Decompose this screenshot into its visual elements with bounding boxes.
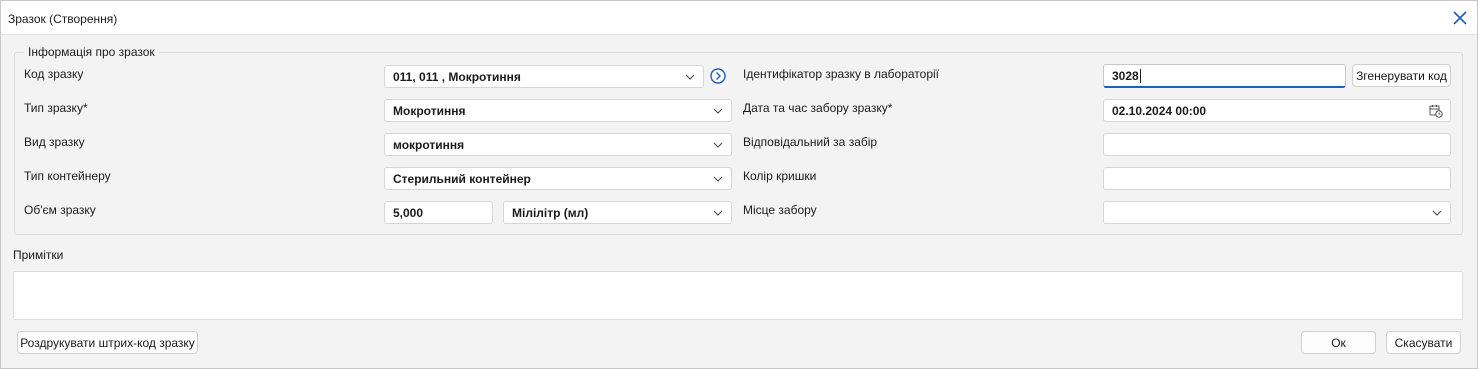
chevron-down-icon <box>685 74 695 80</box>
sample-code-select[interactable]: 011, 011 , Мокротиння <box>384 65 704 88</box>
generate-code-button[interactable]: Згенерувати код <box>1352 64 1451 87</box>
print-barcode-button[interactable]: Роздрукувати штрих-код зразку <box>17 331 198 354</box>
cap-color-input[interactable] <box>1103 167 1451 190</box>
chevron-down-icon <box>713 210 723 216</box>
container-type-label: Тип контейнеру <box>24 169 111 183</box>
chevron-down-icon <box>713 142 723 148</box>
sample-code-label: Код зразку <box>24 67 84 81</box>
sample-kind-value: мокротиння <box>393 137 465 152</box>
cancel-button[interactable]: Скасувати <box>1386 331 1461 354</box>
navigate-icon[interactable] <box>709 67 727 85</box>
dialog-window: Зразок (Створення) Інформація про зразок… <box>0 0 1478 369</box>
sample-volume-label: Об'єм зразку <box>24 203 96 217</box>
ok-button[interactable]: Ок <box>1301 331 1376 354</box>
responsible-input[interactable] <box>1103 133 1451 156</box>
window-title: Зразок (Створення) <box>8 12 118 26</box>
calendar-clock-icon[interactable] <box>1429 104 1443 118</box>
collection-datetime-input[interactable]: 02.10.2024 00:00 <box>1103 99 1451 122</box>
collection-datetime-value: 02.10.2024 00:00 <box>1112 103 1207 118</box>
chevron-down-icon <box>1432 210 1442 216</box>
sample-type-select[interactable]: Мокротиння <box>384 99 732 122</box>
chevron-down-icon <box>713 108 723 114</box>
volume-unit-value: Мілілітр (мл) <box>512 205 589 220</box>
sample-volume-input[interactable]: 5,000 <box>384 201 493 224</box>
text-caret <box>1139 68 1141 83</box>
sample-code-value: 011, 011 , Мокротиння <box>393 69 521 84</box>
lab-id-value: 3028 <box>1112 68 1139 83</box>
chevron-down-icon <box>713 176 723 182</box>
volume-unit-select[interactable]: Мілілітр (мл) <box>503 201 732 224</box>
container-type-value: Стерильний контейнер <box>393 171 531 186</box>
title-bar: Зразок (Створення) <box>1 1 1477 35</box>
cap-color-label: Колір кришки <box>743 169 817 183</box>
collection-place-select[interactable] <box>1103 201 1451 224</box>
close-icon <box>1453 11 1467 25</box>
group-legend: Інформація про зразок <box>24 45 159 59</box>
lab-id-input[interactable]: 3028 <box>1103 64 1346 88</box>
collection-datetime-label: Дата та час забору зразку* <box>743 101 893 115</box>
container-type-select[interactable]: Стерильний контейнер <box>384 167 732 190</box>
sample-kind-select[interactable]: мокротиння <box>384 133 732 156</box>
lab-id-label: Ідентифікатор зразку в лабораторії <box>743 67 940 81</box>
notes-label: Примітки <box>13 248 64 262</box>
notes-textarea[interactable] <box>13 271 1463 320</box>
close-button[interactable] <box>1449 7 1471 29</box>
sample-type-value: Мокротиння <box>393 103 466 118</box>
responsible-label: Відповідальний за забір <box>743 135 878 149</box>
sample-volume-value: 5,000 <box>393 205 424 220</box>
sample-kind-label: Вид зразку <box>24 135 85 149</box>
collection-place-label: Місце забору <box>743 203 817 217</box>
sample-type-label: Тип зразку* <box>24 101 88 115</box>
